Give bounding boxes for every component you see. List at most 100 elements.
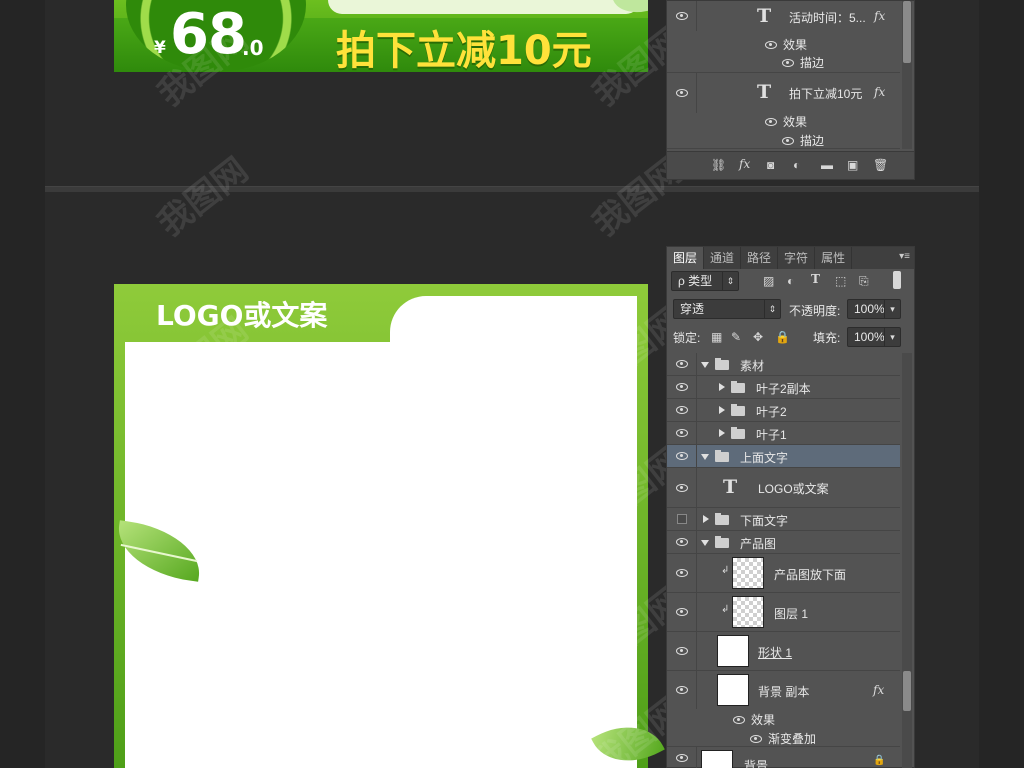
- layer-row[interactable]: ↲ 图层 1: [667, 593, 900, 632]
- expand-arrow-icon[interactable]: [701, 362, 709, 368]
- effects-label: 效果: [783, 115, 808, 129]
- visibility-toggle[interactable]: [667, 531, 697, 553]
- layer-name: 图层 1: [774, 607, 809, 621]
- layer-group-row[interactable]: 下面文字: [667, 508, 900, 531]
- lock-all-icon[interactable]: 🔒: [775, 330, 790, 344]
- eye-icon[interactable]: [733, 716, 745, 724]
- eye-icon: [675, 452, 688, 460]
- filter-type-select[interactable]: ρ 类型 ⇕: [671, 271, 739, 291]
- visibility-toggle[interactable]: [667, 671, 697, 709]
- layer-group-row[interactable]: 素材: [667, 353, 900, 376]
- blend-mode-select[interactable]: 穿透 ⇕: [673, 299, 781, 319]
- layer-thumbnail: [717, 674, 749, 706]
- lock-icon: 🔒: [873, 755, 886, 766]
- fx-icon[interactable]: fx: [874, 9, 885, 23]
- eye-icon: [675, 608, 688, 616]
- layer-row[interactable]: T 活动时间：5... fx 效果 描边: [667, 1, 900, 73]
- collapse-arrow-icon[interactable]: [719, 429, 725, 437]
- pixel-filter-icon[interactable]: ▨: [763, 274, 774, 288]
- layer-group-row[interactable]: 产品图: [667, 531, 900, 554]
- link-icon[interactable]: ⛓: [711, 158, 726, 172]
- visibility-toggle[interactable]: [667, 554, 697, 592]
- effect-name: 描边: [800, 134, 825, 148]
- expand-arrow-icon[interactable]: [701, 454, 709, 460]
- visibility-toggle[interactable]: [667, 1, 697, 31]
- layer-thumbnail: [732, 596, 764, 628]
- right-dark-margin: [979, 0, 1024, 768]
- layer-row[interactable]: ↲ 产品图放下面: [667, 554, 900, 593]
- expand-arrow-icon[interactable]: [701, 540, 709, 546]
- layer-row[interactable]: 背景 🔒: [667, 747, 900, 768]
- lock-brush-icon[interactable]: ✎: [731, 330, 741, 344]
- adjustment-filter-icon[interactable]: ◐: [787, 274, 794, 288]
- fx-icon[interactable]: fx: [739, 157, 750, 171]
- lock-pixels-icon[interactable]: ▦: [711, 330, 722, 344]
- fx-icon[interactable]: fx: [873, 683, 884, 697]
- filter-toggle-icon[interactable]: [893, 271, 901, 289]
- fill-field[interactable]: 100% ▾: [847, 327, 901, 347]
- layer-group-row-selected[interactable]: 上面文字: [667, 445, 900, 468]
- visibility-toggle[interactable]: [667, 376, 697, 398]
- clipping-arrow-icon: ↲: [721, 565, 730, 576]
- visibility-toggle[interactable]: [667, 632, 697, 670]
- shape-filter-icon[interactable]: ⬚: [835, 274, 846, 288]
- layer-name: 背景 副本: [758, 685, 810, 699]
- eye-icon[interactable]: [765, 118, 777, 126]
- visibility-toggle[interactable]: [667, 73, 697, 113]
- logo-text: LOGO或文案: [156, 299, 328, 332]
- new-layer-icon[interactable]: ▣: [847, 158, 858, 172]
- effect-name: 渐变叠加: [768, 732, 817, 746]
- collapse-arrow-icon[interactable]: [703, 515, 709, 523]
- eye-icon[interactable]: [750, 735, 762, 743]
- banner-slogan: 拍下立减10元: [336, 28, 592, 72]
- tab-character[interactable]: 字符: [778, 247, 816, 269]
- delete-icon[interactable]: 🗑: [873, 158, 888, 172]
- lock-position-icon[interactable]: ✥: [753, 330, 763, 344]
- collapse-arrow-icon[interactable]: [719, 383, 725, 391]
- price-decimal: .0: [242, 36, 264, 60]
- layer-group-row[interactable]: 叶子1: [667, 422, 900, 445]
- visibility-toggle[interactable]: [667, 422, 697, 444]
- smart-object-filter-icon[interactable]: ⎘: [859, 274, 869, 289]
- layer-row[interactable]: 背景 副本 fx 效果 渐变叠加: [667, 671, 900, 747]
- tab-properties[interactable]: 属性: [815, 247, 853, 269]
- layer-group-row[interactable]: 叶子2副本: [667, 376, 900, 399]
- eye-icon[interactable]: [782, 137, 794, 145]
- type-filter-icon[interactable]: T: [811, 272, 820, 286]
- visibility-toggle[interactable]: [667, 593, 697, 631]
- group-icon[interactable]: ▬: [821, 158, 833, 172]
- eye-icon[interactable]: [782, 59, 794, 67]
- text-layer-row[interactable]: T LOGO或文案: [667, 468, 900, 508]
- tab-layers[interactable]: 图层: [667, 247, 705, 269]
- layer-name: 形状 1: [758, 646, 793, 660]
- eye-icon: [675, 647, 688, 655]
- eye-icon[interactable]: [765, 41, 777, 49]
- scrollbar[interactable]: [902, 1, 912, 149]
- layer-group-row[interactable]: 叶子2: [667, 399, 900, 422]
- collapse-arrow-icon[interactable]: [719, 406, 725, 414]
- fx-icon[interactable]: fx: [874, 85, 885, 99]
- visibility-toggle[interactable]: [667, 399, 697, 421]
- visibility-toggle[interactable]: [667, 508, 697, 530]
- visibility-toggle[interactable]: [667, 353, 697, 375]
- chevron-down-icon: ▾: [884, 300, 900, 318]
- opacity-field[interactable]: 100% ▾: [847, 299, 901, 319]
- price-banner: ¥ 68 .0 拍下立减10元: [114, 0, 648, 72]
- scrollbar[interactable]: [902, 353, 912, 768]
- layer-row[interactable]: 形状 1: [667, 632, 900, 671]
- folder-icon: [731, 381, 745, 393]
- visibility-toggle[interactable]: [667, 445, 697, 467]
- tab-paths[interactable]: 路径: [741, 247, 779, 269]
- visibility-toggle[interactable]: [667, 468, 697, 507]
- scrollbar-thumb[interactable]: [903, 1, 911, 63]
- opacity-value: 100%: [854, 302, 885, 316]
- hidden-checkbox-icon: [676, 514, 687, 524]
- folder-icon: [715, 450, 729, 462]
- mask-icon[interactable]: ◙: [767, 158, 774, 172]
- visibility-toggle[interactable]: [667, 747, 697, 768]
- tab-channels[interactable]: 通道: [704, 247, 742, 269]
- panel-menu-icon[interactable]: ▾≡: [899, 251, 910, 262]
- adjustment-icon[interactable]: ◐: [793, 158, 800, 172]
- layer-row[interactable]: T 拍下立减10元 fx 效果 描边: [667, 73, 900, 149]
- scrollbar-thumb[interactable]: [903, 671, 911, 711]
